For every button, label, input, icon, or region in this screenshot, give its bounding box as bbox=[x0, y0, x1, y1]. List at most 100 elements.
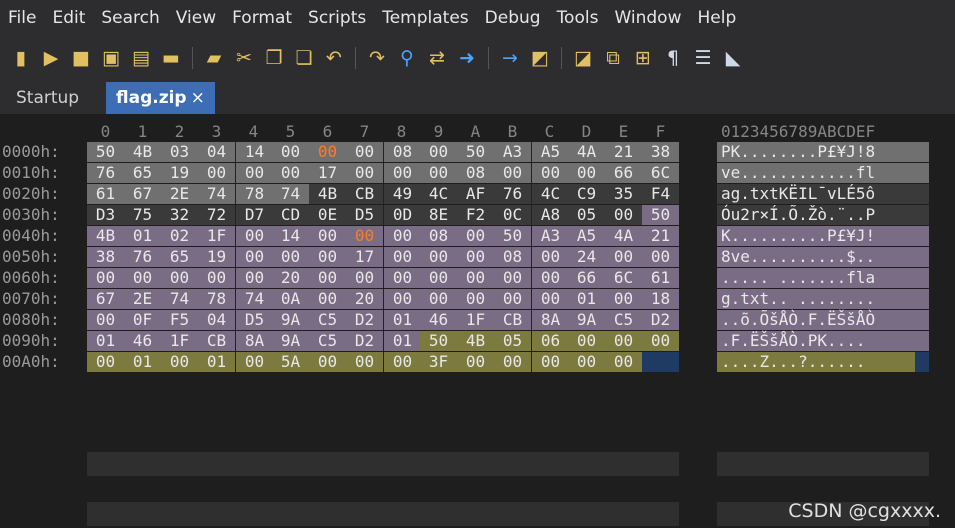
hex-byte[interactable]: 00 bbox=[420, 289, 457, 309]
hex-byte[interactable]: 00 bbox=[605, 205, 642, 225]
hex-byte[interactable]: 00 bbox=[605, 247, 642, 267]
ascii-cursor[interactable] bbox=[915, 352, 929, 372]
hex-byte[interactable]: 00 bbox=[531, 247, 569, 267]
hex-byte[interactable]: 38 bbox=[87, 247, 124, 267]
hex-byte[interactable]: 00 bbox=[568, 352, 605, 372]
hex-byte[interactable]: D5 bbox=[235, 310, 273, 330]
hex-byte[interactable]: 03 bbox=[161, 142, 198, 162]
hex-byte[interactable]: 61 bbox=[642, 268, 679, 288]
menu-search[interactable]: Search bbox=[93, 8, 167, 28]
hex-byte[interactable]: 1F bbox=[198, 226, 235, 246]
hex-byte[interactable]: C5 bbox=[309, 331, 346, 351]
hex-byte[interactable]: 17 bbox=[346, 247, 383, 267]
hex-byte[interactable]: A5 bbox=[531, 142, 569, 162]
menu-format[interactable]: Format bbox=[224, 8, 300, 28]
hex-byte[interactable]: 00 bbox=[605, 331, 642, 351]
hex-byte[interactable]: 00 bbox=[346, 268, 383, 288]
next-icon[interactable]: → bbox=[495, 47, 525, 69]
hex-byte[interactable]: 0A bbox=[272, 289, 309, 309]
hex-byte[interactable]: 00 bbox=[309, 142, 346, 162]
hex-byte[interactable]: 46 bbox=[420, 310, 457, 330]
hex-byte[interactable]: 00 bbox=[235, 163, 273, 183]
hex-byte[interactable]: 35 bbox=[605, 184, 642, 204]
hex-byte[interactable]: 00 bbox=[346, 163, 383, 183]
copy-icon[interactable]: ❐ bbox=[259, 47, 289, 69]
hex-byte[interactable]: 00 bbox=[87, 310, 124, 330]
hex-byte[interactable]: 4B bbox=[309, 184, 346, 204]
hex-byte[interactable]: 4C bbox=[531, 184, 569, 204]
hex-byte[interactable]: 05 bbox=[494, 331, 531, 351]
hex-byte[interactable]: CD bbox=[272, 205, 309, 225]
hex-byte[interactable]: 00 bbox=[457, 226, 494, 246]
find-icon[interactable]: ⚲ bbox=[392, 47, 422, 69]
hex-byte[interactable]: 20 bbox=[272, 268, 309, 288]
hex-byte[interactable]: 00 bbox=[383, 247, 421, 267]
hex-byte[interactable]: 4C bbox=[420, 184, 457, 204]
redo-icon[interactable]: ↷ bbox=[362, 47, 392, 69]
hex-byte[interactable]: 74 bbox=[272, 184, 309, 204]
hex-byte[interactable]: 00 bbox=[309, 352, 346, 372]
hex-byte[interactable]: 46 bbox=[124, 331, 161, 351]
hex-byte[interactable]: 19 bbox=[161, 163, 198, 183]
hex-byte[interactable]: D2 bbox=[346, 331, 383, 351]
hex-byte[interactable]: 00 bbox=[346, 226, 383, 246]
hex-byte[interactable]: 00 bbox=[383, 352, 421, 372]
hex-byte[interactable]: 8A bbox=[531, 310, 569, 330]
hex-byte[interactable]: 00 bbox=[420, 163, 457, 183]
ascii-row[interactable]: ..õ.ÕšÅÒ.F.ËŠšÅÒ bbox=[717, 310, 929, 330]
hex-byte[interactable]: 00 bbox=[87, 352, 124, 372]
save-icon[interactable]: ■ bbox=[66, 47, 96, 69]
hex-byte[interactable]: 74 bbox=[235, 289, 273, 309]
new-file-icon[interactable]: ▮ bbox=[6, 47, 36, 69]
hex-byte[interactable]: 2E bbox=[124, 289, 161, 309]
columns-icon[interactable]: ☰ bbox=[688, 47, 718, 69]
hex-byte[interactable]: 00 bbox=[198, 268, 235, 288]
hex-byte[interactable]: 00 bbox=[235, 226, 273, 246]
hex-byte[interactable]: 01 bbox=[87, 331, 124, 351]
edit-cursor[interactable] bbox=[642, 352, 679, 372]
hex-byte[interactable]: 04 bbox=[198, 310, 235, 330]
hex-byte[interactable]: 08 bbox=[494, 247, 531, 267]
hex-byte[interactable]: D2 bbox=[642, 310, 679, 330]
menu-debug[interactable]: Debug bbox=[477, 8, 549, 28]
hex-editor[interactable]: 0 1 2 3 4 5 6 7 8 9 A B C D E F 0123456789ABCDEF 0000h: 50… bbox=[0, 114, 955, 528]
hex-byte[interactable]: 5A bbox=[272, 352, 309, 372]
hex-byte[interactable]: 21 bbox=[605, 142, 642, 162]
hex-byte[interactable]: 50 bbox=[420, 331, 457, 351]
open-folder-icon[interactable]: ▬ bbox=[156, 47, 186, 69]
hex-byte[interactable]: 00 bbox=[346, 142, 383, 162]
hex-toggle-icon[interactable]: ⧉ bbox=[598, 47, 628, 69]
hex-byte[interactable]: 32 bbox=[161, 205, 198, 225]
bookmark-next-icon[interactable]: ◪ bbox=[568, 47, 598, 69]
save-all-icon[interactable]: ▤ bbox=[126, 47, 156, 69]
hex-byte[interactable]: 4B bbox=[87, 226, 124, 246]
replace-icon[interactable]: ⇄ bbox=[422, 47, 452, 69]
hex-byte[interactable]: 00 bbox=[642, 331, 679, 351]
hex-byte[interactable]: A3 bbox=[531, 226, 569, 246]
hex-byte[interactable]: 00 bbox=[531, 268, 569, 288]
hex-byte[interactable]: 00 bbox=[87, 268, 124, 288]
hex-byte[interactable]: 01 bbox=[124, 226, 161, 246]
hex-byte[interactable]: 00 bbox=[605, 289, 642, 309]
hex-byte[interactable]: 01 bbox=[383, 331, 421, 351]
hex-byte[interactable]: 50 bbox=[87, 142, 124, 162]
tab-startup[interactable]: Startup bbox=[6, 82, 89, 114]
hex-byte[interactable]: 00 bbox=[494, 268, 531, 288]
hex-byte[interactable]: A5 bbox=[568, 226, 605, 246]
hex-byte[interactable]: 72 bbox=[198, 205, 235, 225]
hex-byte[interactable]: 01 bbox=[198, 352, 235, 372]
hex-byte[interactable]: 0D bbox=[383, 205, 421, 225]
hex-byte[interactable]: 9A bbox=[568, 310, 605, 330]
tab-flag-zip[interactable]: flag.zip × bbox=[106, 82, 215, 114]
hex-byte[interactable]: 00 bbox=[272, 163, 309, 183]
hex-byte[interactable]: F4 bbox=[642, 184, 679, 204]
hex-byte[interactable]: 00 bbox=[235, 247, 273, 267]
hex-byte[interactable]: 08 bbox=[383, 142, 421, 162]
paste-icon[interactable]: ❏ bbox=[289, 47, 319, 69]
hex-byte[interactable]: 08 bbox=[457, 163, 494, 183]
hex-byte[interactable]: 4A bbox=[605, 226, 642, 246]
hex-byte[interactable]: F2 bbox=[457, 205, 494, 225]
hex-byte[interactable]: 00 bbox=[383, 289, 421, 309]
hex-byte[interactable]: 20 bbox=[346, 289, 383, 309]
hex-byte[interactable]: 4B bbox=[124, 142, 161, 162]
